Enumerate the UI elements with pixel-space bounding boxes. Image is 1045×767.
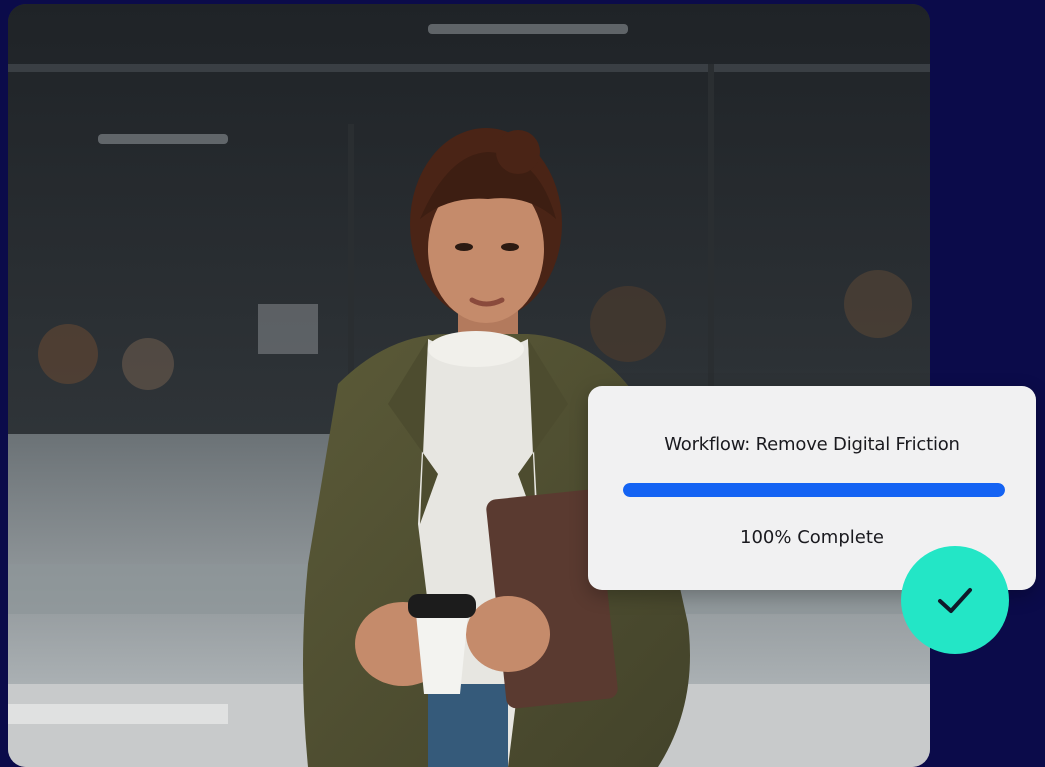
progress-bar-fill — [623, 483, 1005, 497]
workflow-status: 100% Complete — [740, 527, 884, 548]
checkmark-icon — [938, 588, 972, 613]
workflow-title: Workflow: Remove Digital Friction — [664, 434, 960, 455]
completion-badge — [901, 546, 1009, 654]
progress-bar — [623, 483, 1005, 497]
